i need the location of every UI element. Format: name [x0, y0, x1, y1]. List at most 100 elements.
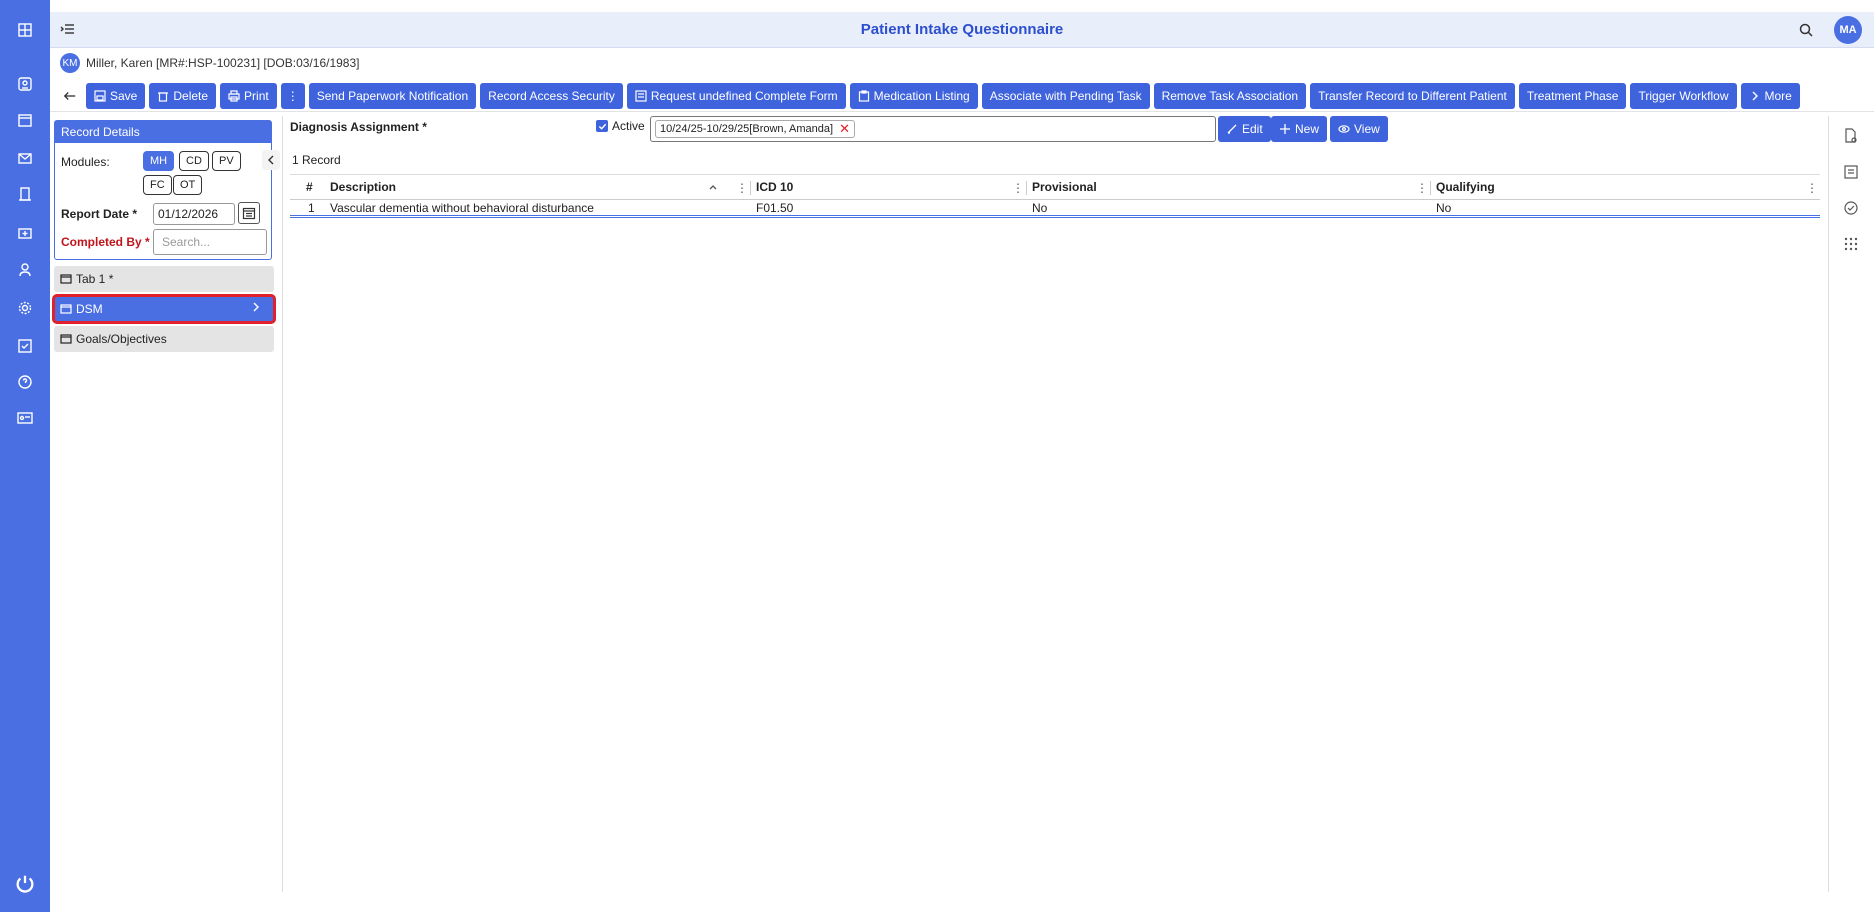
nav-tab-label: DSM	[76, 302, 103, 316]
module-chip-pv[interactable]: PV	[212, 151, 241, 171]
save-label: Save	[110, 88, 138, 103]
gear-icon[interactable]	[0, 290, 50, 326]
printer-icon	[228, 89, 240, 102]
patient-avatar: KM	[60, 53, 80, 73]
apps-grid-icon[interactable]	[1841, 234, 1861, 254]
column-separator[interactable]	[1026, 181, 1027, 195]
user-icon[interactable]	[0, 252, 50, 288]
nav-tab-label: Tab 1 *	[76, 272, 114, 286]
remove-task-association-button[interactable]: Remove Task Association	[1153, 82, 1307, 109]
patient-bar: KM Miller, Karen [MR#:HSP-100231] [DOB:0…	[50, 50, 1874, 76]
checklist-icon[interactable]	[0, 328, 50, 364]
collapse-panel-chevron-icon[interactable]	[262, 150, 280, 170]
row-number: 1	[308, 200, 315, 215]
view-label: View	[1354, 122, 1380, 136]
id-card-icon[interactable]	[0, 400, 50, 436]
panel-divider	[282, 116, 283, 892]
report-date-input[interactable]: 01/12/2026	[153, 203, 235, 225]
completed-by-search-input[interactable]: Search...	[153, 229, 267, 255]
column-separator[interactable]	[750, 181, 751, 195]
document-settings-icon[interactable]	[1841, 126, 1861, 146]
folder-icon	[60, 334, 72, 344]
close-icon[interactable]: ✕	[839, 121, 850, 137]
grid-header-row: # Description ⋮ ICD 10 ⋮ Provisional ⋮ Q…	[290, 174, 1820, 200]
nav-tab-tab1[interactable]: Tab 1 *	[54, 266, 274, 292]
check-circle-icon[interactable]	[1841, 198, 1861, 218]
send-paperwork-notification-button[interactable]: Send Paperwork Notification	[308, 82, 477, 109]
view-button[interactable]: View	[1330, 116, 1388, 142]
col-header-description[interactable]: Description	[326, 175, 396, 199]
medication-listing-label: Medication Listing	[873, 88, 970, 103]
nav-tab-goals-objectives[interactable]: Goals/Objectives	[54, 326, 274, 352]
action-toolbar: Save Delete Print ⋮ Send Paperwork Notif…	[50, 80, 1874, 112]
user-avatar[interactable]: MA	[1834, 16, 1862, 44]
mail-icon[interactable]	[0, 140, 50, 176]
record-count: 1 Record	[292, 153, 341, 167]
edit-label: Edit	[1242, 122, 1263, 136]
chevron-right-icon	[1752, 91, 1758, 100]
search-icon[interactable]	[1798, 22, 1814, 38]
grid-icon[interactable]	[0, 12, 50, 48]
new-button[interactable]: New	[1271, 116, 1328, 142]
record-details-header: Record Details	[55, 121, 271, 143]
row-qualifying: No	[1436, 200, 1452, 215]
request-complete-form-button[interactable]: Request undefined Complete Form	[626, 82, 846, 109]
module-chip-mh[interactable]: MH	[143, 151, 175, 171]
col-header-provisional[interactable]: Provisional	[1028, 175, 1097, 199]
module-chip-cd[interactable]: CD	[179, 151, 209, 171]
patient-label: Miller, Karen [MR#:HSP-100231] [DOB:03/1…	[86, 56, 360, 70]
delete-button[interactable]: Delete	[149, 82, 217, 109]
column-menu-icon[interactable]: ⋮	[1416, 181, 1428, 195]
diagnosis-selected-chip: 10/24/25-10/29/25[Brown, Amanda] ✕	[655, 120, 855, 138]
save-button[interactable]: Save	[86, 82, 146, 109]
active-label: Active	[612, 119, 645, 133]
completed-by-label: Completed By *	[61, 235, 150, 249]
clipboard-icon	[858, 89, 869, 102]
back-arrow-icon[interactable]	[60, 86, 80, 106]
column-menu-icon[interactable]: ⋮	[736, 181, 748, 195]
trigger-workflow-button[interactable]: Trigger Workflow	[1630, 82, 1737, 109]
treatment-phase-button[interactable]: Treatment Phase	[1518, 82, 1627, 109]
power-icon[interactable]	[0, 866, 50, 902]
nav-tab-dsm[interactable]: DSM	[52, 294, 276, 324]
page-title: Patient Intake Questionnaire	[860, 21, 1064, 38]
help-icon[interactable]	[0, 364, 50, 400]
more-label: More	[1764, 88, 1792, 103]
chevron-right-icon	[253, 302, 259, 312]
module-chip-fc[interactable]: FC	[143, 175, 172, 195]
medication-listing-button[interactable]: Medication Listing	[849, 82, 978, 109]
save-icon	[94, 89, 106, 102]
column-separator[interactable]	[1430, 181, 1431, 195]
sort-asc-icon[interactable]	[708, 181, 718, 195]
column-menu-icon[interactable]: ⋮	[1806, 181, 1818, 195]
modules-label: Modules:	[61, 155, 110, 169]
report-date-label: Report Date *	[61, 207, 138, 221]
active-checkbox[interactable]: Active	[596, 119, 645, 133]
row-description: Vascular dementia without behavioral dis…	[330, 200, 594, 215]
associate-pending-task-button[interactable]: Associate with Pending Task	[981, 82, 1150, 109]
eye-icon	[1338, 125, 1350, 133]
col-header-icd10[interactable]: ICD 10	[752, 175, 793, 199]
diagnosis-select[interactable]: 10/24/25-10/29/25[Brown, Amanda] ✕	[650, 116, 1216, 142]
column-menu-icon[interactable]: ⋮	[1012, 181, 1024, 195]
row-provisional: No	[1032, 200, 1048, 215]
building-icon[interactable]	[0, 176, 50, 212]
record-access-security-button[interactable]: Record Access Security	[480, 82, 623, 109]
more-button[interactable]: More	[1740, 82, 1800, 109]
print-button[interactable]: Print	[220, 82, 277, 109]
edit-button[interactable]: Edit	[1218, 116, 1271, 142]
row-icd10: F01.50	[756, 200, 794, 215]
module-chip-ot[interactable]: OT	[173, 175, 203, 195]
transfer-record-button[interactable]: Transfer Record to Different Patient	[1310, 82, 1515, 109]
calendar-icon[interactable]	[0, 102, 50, 138]
col-header-qualifying[interactable]: Qualifying	[1432, 175, 1495, 199]
patient-card-icon[interactable]	[0, 66, 50, 102]
toolbar-kebab-button[interactable]: ⋮	[280, 82, 305, 109]
diagnosis-grid: # Description ⋮ ICD 10 ⋮ Provisional ⋮ Q…	[290, 174, 1820, 218]
table-row[interactable]: 1 Vascular dementia without behavioral d…	[290, 200, 1820, 218]
notes-icon[interactable]	[1841, 162, 1861, 182]
print-label: Print	[244, 88, 269, 103]
medical-bag-icon[interactable]	[0, 214, 50, 250]
folder-icon	[60, 304, 72, 314]
calendar-picker-icon[interactable]	[238, 202, 260, 224]
